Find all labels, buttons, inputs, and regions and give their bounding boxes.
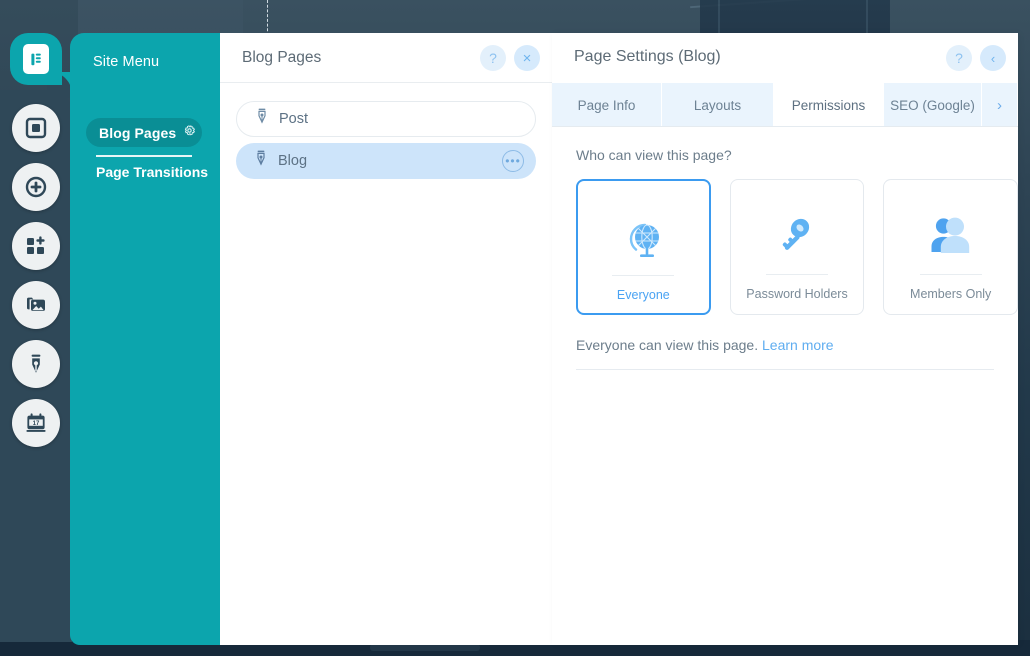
tab-page-info[interactable]: Page Info — [552, 83, 662, 127]
editor-tool-rail: 17 — [0, 90, 72, 642]
rail-button-design[interactable] — [12, 340, 60, 388]
permission-option-everyone[interactable]: Everyone — [576, 179, 711, 315]
permission-option-password-holders[interactable]: Password Holders — [729, 179, 865, 315]
pen-nib-icon — [254, 150, 268, 172]
guide-line-vertical — [267, 0, 268, 36]
help-button[interactable]: ? — [946, 45, 972, 71]
help-button[interactable]: ? — [480, 45, 506, 71]
blog-pages-title: Blog Pages — [242, 49, 322, 66]
pages-document-icon — [23, 44, 49, 74]
members-people-icon — [925, 206, 977, 262]
key-icon — [772, 206, 822, 262]
page-settings-title: Page Settings (Blog) — [574, 48, 721, 65]
rail-button-media[interactable] — [12, 281, 60, 329]
media-images-icon — [25, 294, 47, 316]
card-divider — [766, 274, 828, 275]
card-divider — [612, 275, 675, 276]
permissions-body: Who can view this page? Everyone Passwor… — [552, 127, 1019, 370]
design-pen-nib-icon — [25, 353, 47, 375]
permission-option-label: Password Holders — [746, 287, 848, 301]
page-settings-header: Page Settings (Blog) ? ‹ — [552, 33, 1018, 83]
permission-options: Everyone Password Holders Members Only — [576, 179, 1019, 315]
page-settings-panel: Page Settings (Blog) ? ‹ Page Info Layou… — [552, 33, 1019, 645]
permission-option-members-only[interactable]: Members Only — [883, 179, 1019, 315]
learn-more-link[interactable]: Learn more — [762, 337, 834, 353]
add-plus-icon — [25, 176, 47, 198]
permission-option-label: Members Only — [910, 287, 992, 301]
blog-pages-header: Blog Pages ? × — [220, 33, 552, 83]
permissions-note-divider — [576, 369, 994, 370]
site-menu-tab[interactable] — [10, 33, 62, 85]
page-list-item-post[interactable]: Post — [236, 101, 536, 137]
gear-icon[interactable] — [183, 124, 196, 142]
collapse-back-button[interactable]: ‹ — [980, 45, 1006, 71]
rail-button-pages[interactable] — [12, 104, 60, 152]
editor-stage: 17 Site Menu Blog Pages Page Transitions… — [0, 0, 1030, 656]
page-list-item-blog[interactable]: Blog ••• — [236, 143, 536, 179]
permission-option-label: Everyone — [616, 288, 670, 302]
add-apps-grid-icon — [25, 235, 47, 257]
site-menu-title: Site Menu — [93, 54, 160, 70]
blog-pages-panel: Blog Pages ? × Post Blog ••• — [220, 33, 552, 645]
card-divider — [919, 274, 982, 275]
tab-layouts[interactable]: Layouts — [662, 83, 774, 127]
site-menu-divider — [96, 155, 192, 157]
page-more-options-icon[interactable]: ••• — [502, 150, 524, 172]
bookings-calendar-icon: 17 — [25, 412, 47, 434]
svg-text:17: 17 — [33, 421, 40, 427]
rail-button-add-apps[interactable] — [12, 222, 60, 270]
permissions-note-text: Everyone can view this page. — [576, 337, 759, 353]
permissions-question: Who can view this page? — [576, 147, 732, 163]
page-settings-tabs: Page Info Layouts Permissions SEO (Googl… — [552, 83, 1018, 127]
site-menu-item-page-transitions[interactable]: Page Transitions — [96, 164, 208, 180]
page-square-icon — [25, 117, 47, 139]
site-menu-item-blog-pages[interactable]: Blog Pages — [86, 118, 202, 147]
permissions-note: Everyone can view this page. Learn more — [576, 337, 1018, 353]
tab-permissions[interactable]: Permissions — [774, 83, 884, 127]
rail-button-add[interactable] — [12, 163, 60, 211]
tabs-scroll-right-icon[interactable]: › — [982, 83, 1018, 127]
page-list-item-label: Post — [279, 111, 309, 127]
tab-seo-google[interactable]: SEO (Google) — [884, 83, 982, 127]
site-menu-panel: Site Menu Blog Pages Page Transitions — [70, 33, 220, 645]
page-list-item-label: Blog — [278, 153, 308, 169]
pen-nib-icon — [255, 108, 269, 130]
rail-button-bookings[interactable]: 17 — [12, 399, 60, 447]
globe-icon — [618, 207, 668, 263]
site-menu-item-label: Blog Pages — [99, 124, 177, 141]
close-button[interactable]: × — [514, 45, 540, 71]
